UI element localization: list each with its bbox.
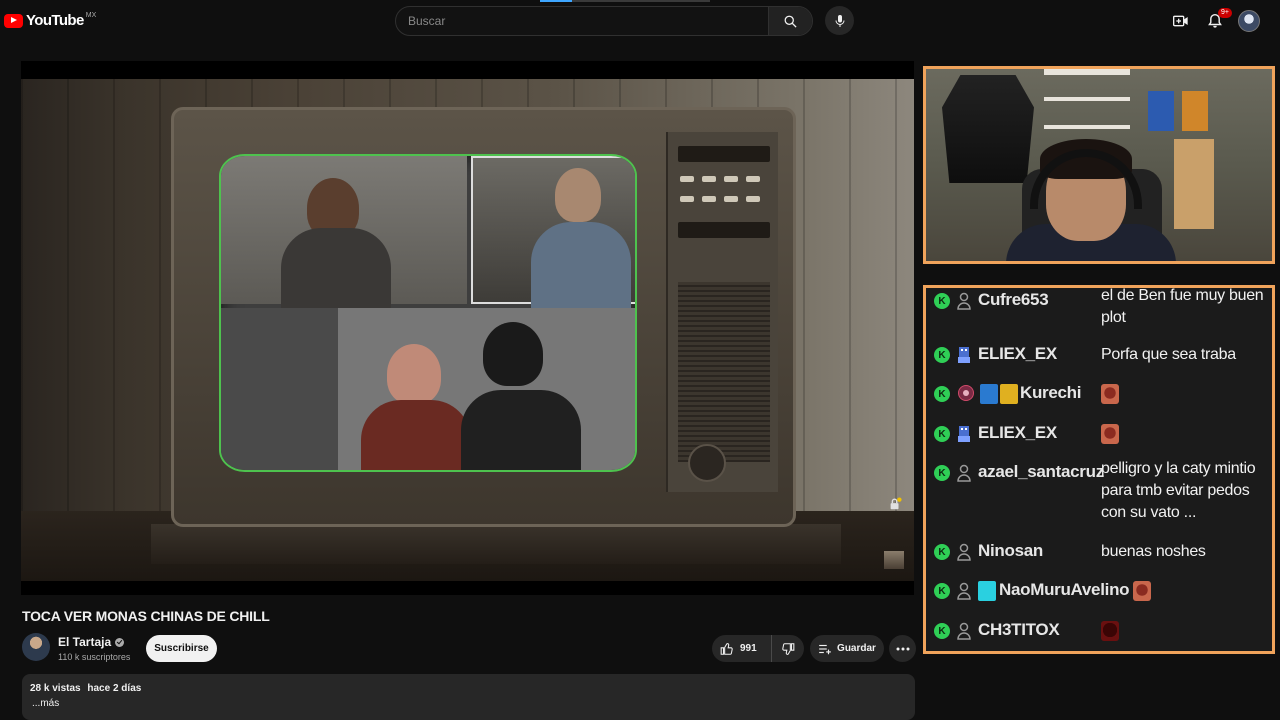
- kick-badge-icon: K: [934, 386, 950, 402]
- shelf-image: [1044, 125, 1130, 129]
- header-actions: 9+: [1160, 8, 1260, 34]
- channel-name-link[interactable]: El Tartaja: [58, 635, 125, 649]
- chat-username[interactable]: CH3TITOX: [978, 620, 1060, 640]
- emote-icon: [1101, 384, 1119, 404]
- user-avatar-icon: [957, 582, 971, 600]
- poster-image: [942, 75, 1034, 183]
- figure-box-image: [1148, 91, 1174, 131]
- logo-text: YouTube: [26, 12, 84, 29]
- description-box[interactable]: 28 k vistas hace 2 días ...más: [22, 674, 915, 720]
- youtube-play-icon: [4, 13, 23, 28]
- cabinet-image: [1174, 139, 1214, 229]
- search-input[interactable]: [396, 7, 770, 35]
- chat-username[interactable]: ELIEX_EX: [978, 344, 1057, 364]
- kick-badge-icon: K: [934, 465, 950, 481]
- subscribe-button[interactable]: Suscribirse: [146, 635, 217, 662]
- show-more-link[interactable]: ...más: [30, 698, 907, 709]
- microphone-icon: [835, 14, 844, 27]
- notifications-button[interactable]: 9+: [1202, 8, 1232, 34]
- channel-avatar[interactable]: [22, 633, 50, 661]
- notification-count-badge: 9+: [1218, 8, 1232, 18]
- upload-age: hace 2 días: [87, 683, 142, 694]
- top-bar: YouTube MX 9+: [0, 0, 1280, 42]
- kick-badge-icon: K: [934, 426, 950, 442]
- tv-control-panel-image: [666, 132, 778, 492]
- tv-screen-image: [219, 154, 637, 472]
- user-avatar-icon: [957, 464, 971, 482]
- og-badge-icon: [978, 581, 996, 601]
- shelf-image: [1044, 97, 1130, 101]
- streamer-webcam-overlay: [923, 66, 1275, 264]
- like-dislike-group: 991: [712, 635, 804, 662]
- create-button[interactable]: [1168, 8, 1194, 34]
- anime-avatar-icon: [958, 385, 974, 401]
- chat-message: Porfa que sea traba: [1101, 346, 1236, 363]
- loading-bar: [540, 0, 710, 2]
- kick-badge-icon: K: [934, 583, 950, 599]
- save-button[interactable]: Guardar: [810, 635, 884, 662]
- search-icon: [784, 15, 797, 28]
- view-count: 28 k vistas: [30, 683, 81, 694]
- thumbs-up-icon: [720, 642, 733, 655]
- account-avatar[interactable]: [1238, 10, 1260, 32]
- emote-icon: [1133, 581, 1151, 601]
- chat-message: buenas noshes: [1101, 543, 1206, 560]
- chat-username[interactable]: ELIEX_EX: [978, 423, 1057, 443]
- search-button[interactable]: [768, 7, 812, 35]
- chat-username[interactable]: Kurechi: [1020, 383, 1082, 403]
- emote-icon: [1101, 621, 1119, 641]
- emote-icon: [1101, 424, 1119, 444]
- chat-message: el de Ben fue muy buen plot: [1101, 287, 1264, 326]
- tv-stand-image: [151, 524, 841, 564]
- chat-username[interactable]: azael_santacruz: [978, 462, 1104, 482]
- search-box: [395, 6, 813, 36]
- dislike-button[interactable]: [772, 635, 804, 662]
- subscriber-count: 110 k suscriptores: [58, 652, 131, 662]
- kick-badge-icon: K: [934, 293, 950, 309]
- video-title: TOCA VER MONAS CHINAS DE CHILL: [22, 608, 270, 624]
- playlist-add-icon: [819, 644, 831, 654]
- chat-username[interactable]: NaoMuruAvelino: [999, 580, 1130, 600]
- lock-icon[interactable]: [888, 497, 902, 511]
- region-code: MX: [85, 12, 97, 19]
- user-avatar-icon: [957, 622, 971, 640]
- crown-badge-icon: [1000, 384, 1018, 404]
- voice-search-button[interactable]: [825, 6, 854, 35]
- chat-message: pelligro y la caty mintio para tmb evita…: [1101, 460, 1256, 521]
- verified-badge-icon: [115, 637, 125, 647]
- channel-watermark[interactable]: [884, 551, 904, 569]
- kick-badge-icon: K: [934, 544, 950, 560]
- channel-name: El Tartaja: [58, 635, 112, 649]
- chat-username[interactable]: Ninosan: [978, 541, 1043, 561]
- retro-tv-image: [171, 107, 796, 527]
- more-horizontal-icon: [896, 647, 909, 650]
- user-avatar-icon: [957, 292, 971, 310]
- more-actions-button[interactable]: [889, 635, 916, 662]
- sword-badge-icon: [980, 384, 998, 404]
- like-button[interactable]: 991: [712, 635, 772, 662]
- create-video-icon: [1173, 15, 1188, 27]
- pixel-avatar-icon: [958, 347, 970, 363]
- video-player[interactable]: [21, 61, 914, 595]
- save-label: Guardar: [837, 643, 876, 654]
- shelf-image: [1044, 69, 1130, 75]
- youtube-logo[interactable]: YouTube MX: [4, 12, 96, 29]
- description-stats: 28 k vistas hace 2 días: [30, 683, 907, 694]
- chat-username[interactable]: Cufre653: [978, 290, 1049, 310]
- user-avatar-icon: [957, 543, 971, 561]
- kick-badge-icon: K: [934, 347, 950, 363]
- kick-badge-icon: K: [934, 623, 950, 639]
- live-chat-overlay: K Cufre653 el de Ben fue muy buen plot K…: [923, 285, 1275, 654]
- pixel-avatar-icon: [958, 426, 970, 442]
- thumbs-down-icon: [782, 642, 795, 655]
- figure-box-image: [1182, 91, 1208, 131]
- like-count: 991: [740, 643, 757, 654]
- video-frame: [21, 79, 914, 581]
